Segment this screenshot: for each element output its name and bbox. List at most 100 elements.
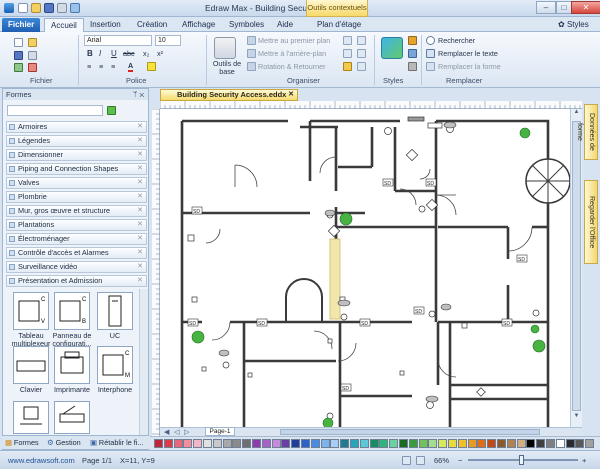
color-swatch[interactable] (212, 439, 222, 448)
color-swatch[interactable] (457, 439, 467, 448)
tab-formes-panel[interactable]: ▦ Formes (5, 438, 39, 447)
color-swatch[interactable] (408, 439, 418, 448)
basic-tools-icon[interactable] (214, 37, 236, 59)
category-presentation[interactable]: Présentation et Admission ✕ (6, 275, 147, 287)
tab-creation[interactable]: Création (131, 18, 173, 32)
fill-icon[interactable] (408, 36, 417, 45)
close-icon[interactable]: ✕ (288, 90, 294, 100)
undo-icon[interactable] (70, 3, 80, 13)
color-swatch[interactable] (173, 439, 183, 448)
category-dimensionner[interactable]: Dimensionner ✕ (6, 149, 147, 161)
line-icon[interactable] (408, 49, 417, 58)
category-valves[interactable]: Valves ✕ (6, 177, 147, 189)
color-swatch[interactable] (350, 439, 359, 448)
tab-symboles[interactable]: Symboles (223, 18, 270, 32)
color-swatch[interactable] (330, 439, 340, 448)
align-left-button[interactable]: ≡ (87, 62, 91, 71)
floor-plan[interactable]: SD SD SD SD SD SD SD SD SD SD (160, 109, 570, 427)
styles-menu[interactable]: ✿ Styles (552, 18, 595, 32)
color-swatch[interactable] (555, 439, 565, 448)
replace-text-button[interactable]: Remplacer le texte (438, 49, 498, 58)
website-link[interactable]: www.edrawsoft.com (8, 456, 75, 465)
shape-panneau-configuration[interactable]: CB (54, 292, 90, 330)
subscript-button[interactable]: x₂ (143, 49, 149, 58)
color-swatch[interactable] (232, 439, 242, 448)
align-icon[interactable] (343, 36, 352, 45)
print-doc-icon[interactable] (28, 51, 37, 60)
side-tab-office[interactable]: Regarder l'Office (584, 180, 598, 264)
category-legendes[interactable]: Légendes ✕ (6, 135, 147, 147)
color-swatch[interactable] (301, 439, 310, 448)
shape-extra-2[interactable] (54, 401, 90, 434)
replace-shape-icon[interactable] (426, 62, 435, 71)
tab-aide[interactable]: Aide (271, 18, 299, 32)
open-icon[interactable] (31, 3, 41, 13)
color-swatch[interactable] (389, 439, 399, 448)
find-button[interactable]: Rechercher (438, 36, 475, 45)
close-icon[interactable]: ✕ (137, 122, 143, 132)
close-icon[interactable]: ✕ (137, 150, 143, 160)
category-electromenager[interactable]: Électroménager ✕ (6, 233, 147, 245)
italic-button[interactable]: I (99, 49, 101, 58)
color-swatch[interactable] (565, 439, 575, 448)
category-plombrie[interactable]: Plombrie ✕ (6, 191, 147, 203)
color-swatch[interactable] (310, 439, 320, 448)
color-swatch[interactable] (242, 439, 252, 448)
distribute-icon[interactable] (357, 36, 366, 45)
color-swatch[interactable] (546, 439, 555, 448)
group-icon[interactable] (343, 49, 352, 58)
basic-tools-label[interactable]: Outils de base (210, 60, 244, 76)
color-swatch[interactable] (222, 439, 232, 448)
open-doc-icon[interactable] (28, 38, 37, 47)
color-swatch[interactable] (428, 439, 438, 448)
color-swatch[interactable] (487, 439, 497, 448)
color-swatch[interactable] (585, 439, 595, 448)
size-icon[interactable] (357, 49, 366, 58)
color-swatch[interactable] (340, 439, 350, 448)
close-icon[interactable]: ✕ (137, 276, 143, 286)
tab-fichier[interactable]: Fichier (2, 18, 41, 32)
align-right-button[interactable]: ≡ (111, 62, 115, 71)
tab-gestion[interactable]: ⚙ Gestion (47, 438, 81, 447)
page-tab[interactable]: Page-1 (205, 427, 235, 436)
close-icon[interactable]: ✕ (137, 192, 143, 202)
font-name-select[interactable]: Arial (84, 35, 152, 46)
shape-imprimante[interactable] (54, 346, 90, 384)
color-swatch[interactable] (369, 439, 379, 448)
zoom-slider-thumb[interactable] (519, 455, 524, 465)
category-controle-acces[interactable]: Contrôle d'accès et Alarmes ✕ (6, 247, 147, 259)
category-armoires[interactable]: Armoires ✕ (6, 121, 147, 133)
panel-scrollbar[interactable] (139, 289, 148, 447)
shape-tableau-multiplexeur[interactable]: CV (13, 292, 49, 330)
color-swatch[interactable] (281, 439, 291, 448)
category-plantations[interactable]: Plantations ✕ (6, 219, 147, 231)
color-swatch[interactable] (448, 439, 457, 448)
minimize-button[interactable]: – (536, 1, 556, 14)
panel-pin-close[interactable]: ᛘ ✕ (133, 89, 144, 100)
underline-button[interactable]: U (111, 49, 117, 58)
fit-page-icon[interactable] (402, 456, 411, 465)
layer-icon[interactable] (357, 62, 366, 71)
strikethrough-button[interactable]: abc (123, 49, 135, 58)
color-swatch[interactable] (497, 439, 506, 448)
tab-accueil[interactable]: Accueil (44, 18, 84, 32)
color-swatch[interactable] (261, 439, 271, 448)
page-nav-prev-icon[interactable]: ◁ (174, 428, 179, 436)
rotate-flip-button[interactable]: Rotation & Retourner (258, 62, 326, 71)
tab-insertion[interactable]: Insertion (84, 18, 127, 32)
color-swatch[interactable] (438, 439, 448, 448)
shadow-icon[interactable] (408, 62, 417, 71)
close-icon[interactable]: ✕ (137, 234, 143, 244)
send-back-icon[interactable] (247, 49, 256, 58)
send-to-back-button[interactable]: Mettre à l'arrière-plan (258, 49, 326, 58)
color-swatch[interactable] (291, 439, 301, 448)
replace-text-icon[interactable] (426, 49, 435, 58)
bring-to-front-button[interactable]: Mettre au premier plan (258, 36, 330, 45)
maximize-button[interactable]: □ (556, 1, 572, 14)
vertical-scrollbar[interactable]: ▲ ▼ (570, 109, 582, 427)
add-library-icon[interactable] (107, 106, 116, 115)
color-swatch[interactable] (516, 439, 526, 448)
close-icon[interactable]: ✕ (137, 248, 143, 258)
color-swatch[interactable] (320, 439, 330, 448)
shape-uc[interactable] (97, 292, 133, 330)
